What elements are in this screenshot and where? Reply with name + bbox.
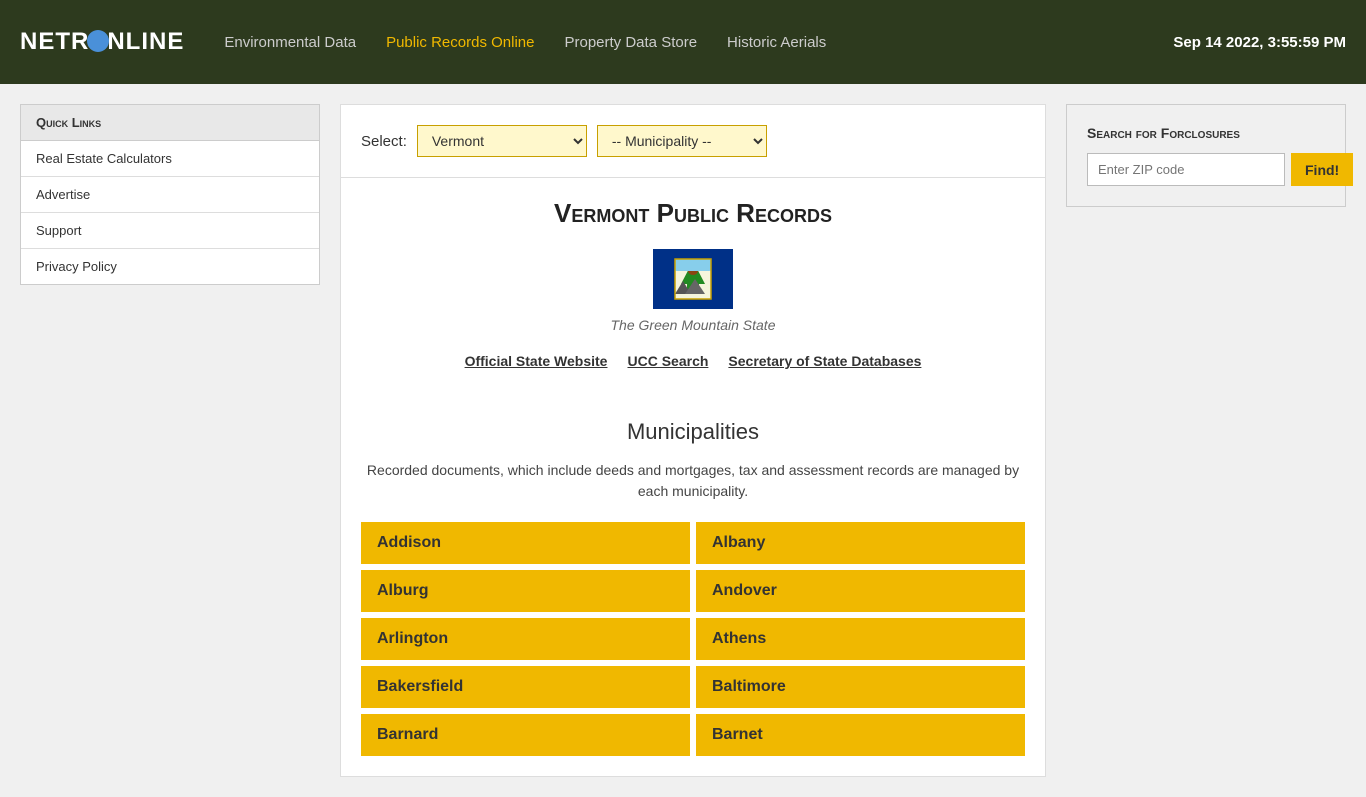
- datetime: Sep 14 2022, 3:55:59 PM: [1173, 34, 1346, 51]
- sidebar-item-real-estate-calculators[interactable]: Real Estate Calculators: [21, 141, 319, 177]
- municipality-select[interactable]: -- Municipality --: [597, 125, 767, 157]
- municipality-item[interactable]: Athens: [696, 618, 1025, 660]
- municipality-item[interactable]: Albany: [696, 522, 1025, 564]
- municipality-item[interactable]: Bakersfield: [361, 666, 690, 708]
- sidebar-item-advertise[interactable]: Advertise: [21, 177, 319, 213]
- foreclosure-input-row: Find!: [1087, 153, 1325, 186]
- sidebar: Quick Links Real Estate Calculators Adve…: [20, 104, 320, 777]
- state-content: Vermont Public Records: [341, 178, 1045, 419]
- municipalities-title: Municipalities: [361, 419, 1025, 445]
- main-container: Quick Links Real Estate Calculators Adve…: [0, 84, 1366, 797]
- municipality-item[interactable]: Baltimore: [696, 666, 1025, 708]
- quick-links-box: Quick Links Real Estate Calculators Adve…: [20, 104, 320, 285]
- header: NETRNLINE Environmental Data Public Reco…: [0, 0, 1366, 84]
- find-button[interactable]: Find!: [1291, 153, 1353, 186]
- nav-environmental-data[interactable]: Environmental Data: [224, 34, 356, 51]
- logo[interactable]: NETRNLINE: [20, 28, 184, 56]
- state-links: Official State Website UCC Search Secret…: [381, 353, 1005, 369]
- select-bar: Select: Vermont -- Municipality --: [341, 105, 1045, 178]
- main-nav: Environmental Data Public Records Online…: [224, 34, 1173, 51]
- sidebar-item-support[interactable]: Support: [21, 213, 319, 249]
- municipality-item[interactable]: Andover: [696, 570, 1025, 612]
- municipality-item[interactable]: Barnard: [361, 714, 690, 756]
- municipality-item[interactable]: Addison: [361, 522, 690, 564]
- globe-icon: [87, 30, 109, 52]
- municipality-item[interactable]: Arlington: [361, 618, 690, 660]
- ucc-search-link[interactable]: UCC Search: [627, 353, 708, 369]
- municipalities-grid: AddisonAlbanyAlburgAndoverArlingtonAthen…: [361, 522, 1025, 756]
- secretary-of-state-link[interactable]: Secretary of State Databases: [728, 353, 921, 369]
- foreclosure-title: Search for Forclosures: [1087, 125, 1325, 141]
- municipalities-description: Recorded documents, which include deeds …: [361, 460, 1025, 502]
- nav-historic-aerials[interactable]: Historic Aerials: [727, 34, 826, 51]
- state-nickname: The Green Mountain State: [381, 317, 1005, 333]
- state-title: Vermont Public Records: [381, 198, 1005, 229]
- nav-property-data-store[interactable]: Property Data Store: [564, 34, 697, 51]
- right-sidebar: Search for Forclosures Find!: [1066, 104, 1346, 777]
- zip-input[interactable]: [1087, 153, 1285, 186]
- municipality-item[interactable]: Alburg: [361, 570, 690, 612]
- main-content: Select: Vermont -- Municipality -- Vermo…: [340, 104, 1046, 777]
- quick-links-title: Quick Links: [21, 105, 319, 141]
- municipalities-section: Municipalities Recorded documents, which…: [341, 419, 1045, 776]
- municipality-item[interactable]: Barnet: [696, 714, 1025, 756]
- select-label: Select:: [361, 133, 407, 150]
- official-state-website-link[interactable]: Official State Website: [465, 353, 608, 369]
- sidebar-item-privacy-policy[interactable]: Privacy Policy: [21, 249, 319, 284]
- nav-public-records[interactable]: Public Records Online: [386, 34, 534, 51]
- state-flag: [653, 249, 733, 309]
- state-select[interactable]: Vermont: [417, 125, 587, 157]
- foreclosure-box: Search for Forclosures Find!: [1066, 104, 1346, 207]
